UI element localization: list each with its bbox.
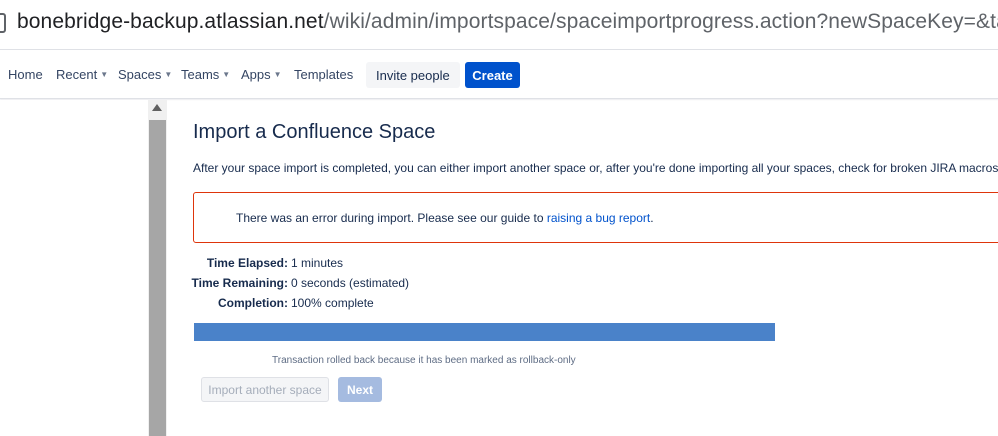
- error-message: There was an error during import. Please…: [236, 211, 654, 225]
- create-button[interactable]: Create: [465, 62, 520, 88]
- stat-value: 0 seconds (estimated): [291, 276, 410, 290]
- stat-label: Time Elapsed:: [206, 256, 288, 270]
- stat-value: 1 minutes: [291, 256, 344, 270]
- import-another-space-button[interactable]: Import another space: [201, 377, 329, 402]
- stat-value: 100% complete: [291, 296, 374, 310]
- progress-fill: [194, 323, 775, 341]
- nav-templates[interactable]: Templates: [294, 67, 353, 82]
- top-navigation: Home Recent ▼ Spaces ▼ Teams ▼ Apps ▼ Templa…: [0, 51, 998, 99]
- error-message-box: There was an error during import. Please…: [193, 192, 998, 243]
- sidebar-scrollbar[interactable]: [148, 100, 167, 436]
- scrollbar-thumb[interactable]: [149, 120, 166, 436]
- page-title: Import a Confluence Space: [193, 121, 436, 143]
- browser-address-bar[interactable]: bonebridge-backup.atlassian.net/wiki/adm…: [0, 0, 998, 50]
- progress-bar: [194, 323, 775, 341]
- url-host: bonebridge-backup.atlassian.net: [17, 10, 324, 33]
- sidebar: [0, 100, 148, 436]
- page-description: After your space import is completed, yo…: [193, 161, 998, 175]
- nav-recent[interactable]: Recent ▼: [56, 67, 108, 82]
- nav-apps-label: Apps: [241, 67, 271, 82]
- scroll-up-arrow-icon[interactable]: [152, 104, 162, 111]
- nav-apps[interactable]: Apps ▼: [241, 67, 282, 82]
- nav-spaces-label: Spaces: [118, 67, 162, 82]
- stat-label: Time Remaining:: [191, 276, 288, 290]
- invite-people-button[interactable]: Invite people: [366, 62, 460, 88]
- stat-label: Completion:: [218, 296, 288, 310]
- nav-home-label: Home: [8, 67, 43, 82]
- bug-report-link[interactable]: raising a bug report: [547, 211, 650, 225]
- nav-teams[interactable]: Teams ▼: [181, 67, 230, 82]
- status-message: Transaction rolled back because it has b…: [272, 355, 576, 366]
- chevron-down-icon: ▼: [100, 70, 109, 79]
- nav-home[interactable]: Home: [8, 67, 43, 82]
- url-text[interactable]: bonebridge-backup.atlassian.net/wiki/adm…: [17, 10, 998, 34]
- nav-teams-label: Teams: [181, 67, 220, 82]
- chevron-down-icon: ▼: [222, 70, 231, 79]
- lock-icon: [0, 13, 6, 33]
- error-suffix: .: [650, 211, 654, 225]
- error-text: There was an error during import. Please…: [236, 211, 547, 225]
- url-path: /wiki/admin/importspace/spaceimportprogr…: [323, 10, 998, 33]
- chevron-down-icon: ▼: [273, 70, 282, 79]
- chevron-down-icon: ▼: [164, 70, 173, 79]
- nav-spaces[interactable]: Spaces ▼: [118, 67, 172, 82]
- nav-recent-label: Recent: [56, 67, 98, 82]
- next-button[interactable]: Next: [338, 377, 382, 402]
- main-content: Import a Confluence Space After your spa…: [167, 100, 998, 436]
- nav-templates-label: Templates: [294, 67, 354, 82]
